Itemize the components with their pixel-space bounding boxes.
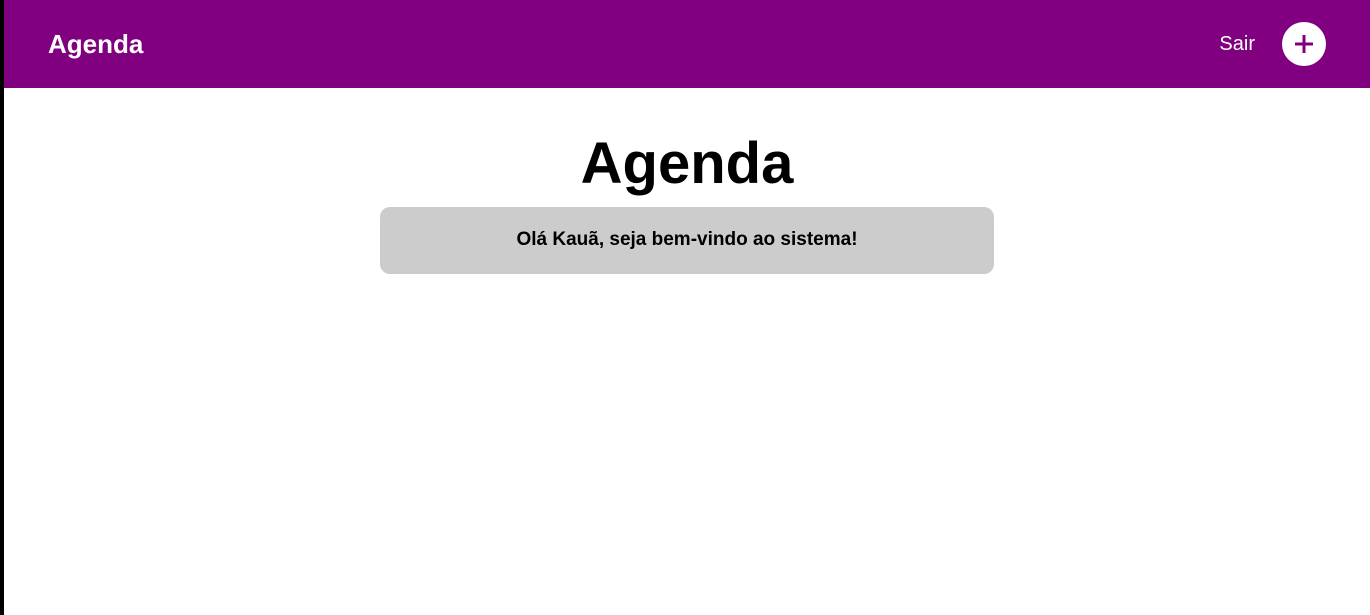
welcome-message: Olá Kauã, seja bem-vindo ao sistema! (516, 228, 858, 250)
add-button[interactable] (1282, 22, 1326, 66)
page-title: Agenda (580, 131, 794, 196)
plus-icon (1295, 35, 1313, 53)
logout-link[interactable]: Sair (1219, 33, 1255, 56)
welcome-alert: Olá Kauã, seja bem-vindo ao sistema! (380, 207, 994, 274)
brand-link[interactable]: Agenda (48, 29, 143, 60)
navbar-actions: Sair (1219, 22, 1326, 66)
top-navbar: Agenda Sair (4, 0, 1370, 88)
main-content: Agenda Olá Kauã, seja bem-vindo ao siste… (4, 88, 1370, 615)
